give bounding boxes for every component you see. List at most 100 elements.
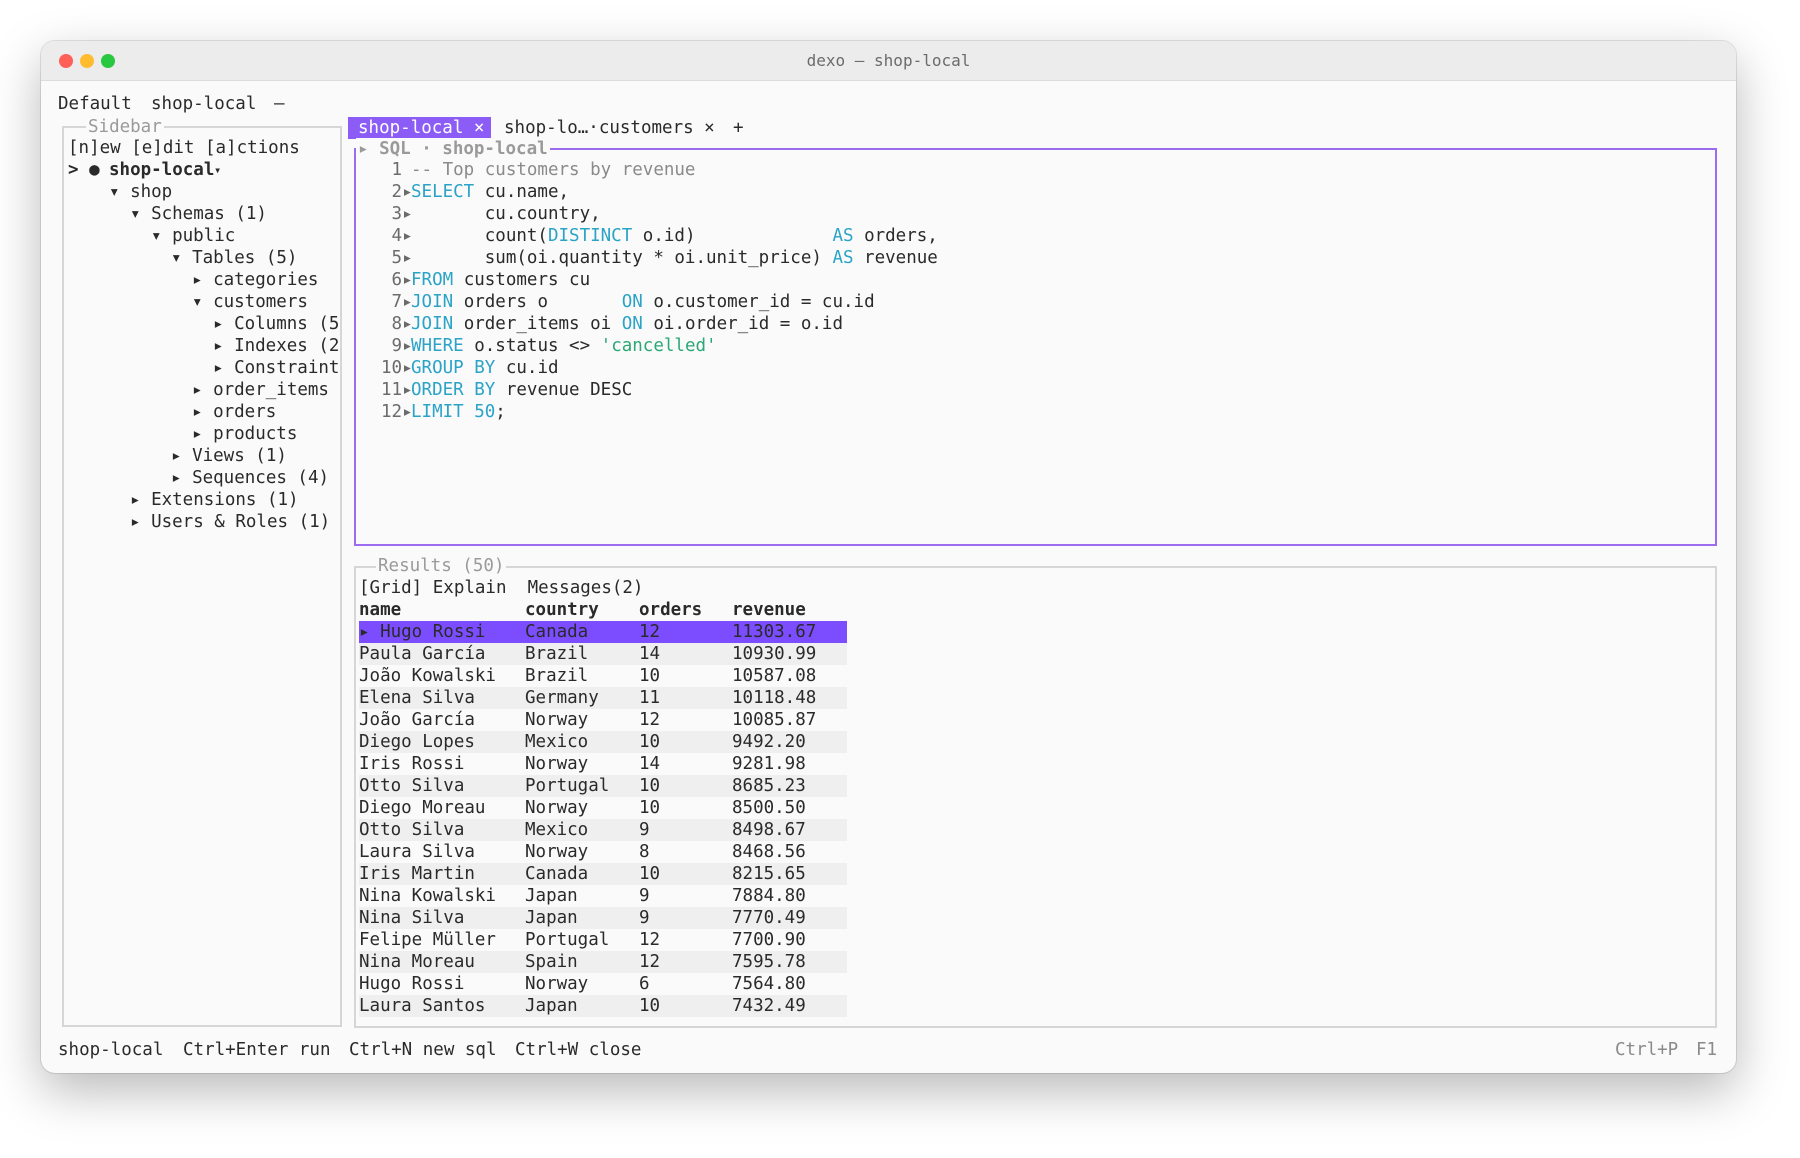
sidebar-title: Sidebar bbox=[86, 116, 164, 138]
sql-keyword: WHERE bbox=[411, 336, 464, 356]
sql-text: oi.order_id = o.id bbox=[642, 314, 843, 334]
sidebar-menu[interactable]: [n]ew [e]dit [a]ctions bbox=[68, 137, 300, 159]
code-line-2: SELECT cu.name, bbox=[411, 181, 569, 203]
name-cell: João García bbox=[359, 710, 475, 730]
column-header[interactable]: revenue bbox=[732, 599, 806, 621]
sql-text: count( bbox=[411, 226, 548, 246]
revenue-cell: 7432.49 bbox=[732, 996, 806, 1016]
line-number: 4▸ bbox=[381, 226, 413, 246]
tree-item-sequences[interactable]: ▸ Sequences (4) bbox=[171, 467, 329, 489]
sql-keyword: SELECT bbox=[411, 182, 475, 202]
revenue-cell: 7884.80 bbox=[732, 886, 806, 906]
status-palette-hint[interactable]: Ctrl+P bbox=[1615, 1039, 1678, 1061]
sql-keyword: GROUP BY bbox=[411, 358, 496, 378]
tree-item-orders[interactable]: ▸ orders bbox=[192, 401, 276, 423]
country-cell: Mexico bbox=[525, 820, 589, 840]
name-cell: Diego Moreau bbox=[359, 798, 486, 818]
name-cell: Nina Silva bbox=[359, 908, 465, 928]
orders-cell: 10 bbox=[639, 732, 661, 752]
tree-item-schemas[interactable]: ▾ Schemas (1) bbox=[130, 203, 267, 225]
name-cell: Nina Moreau bbox=[359, 952, 475, 972]
code-line-6: FROM customers cu bbox=[411, 269, 590, 291]
country-cell: Japan bbox=[525, 886, 578, 906]
revenue-cell: 8498.67 bbox=[732, 820, 806, 840]
revenue-cell: 7770.49 bbox=[732, 908, 806, 928]
revenue-cell: 8215.65 bbox=[732, 864, 806, 884]
status-help-hint[interactable]: F1 bbox=[1696, 1039, 1717, 1061]
code-line-11: ORDER BY revenue DESC bbox=[411, 379, 632, 401]
status-new-sql-hint[interactable]: Ctrl+N new sql bbox=[349, 1039, 497, 1061]
line-number: 7▸ bbox=[381, 292, 413, 312]
country-cell: Japan bbox=[525, 908, 578, 928]
code-line-8: JOIN order_items oi ON oi.order_id = o.i… bbox=[411, 313, 843, 335]
line-number: 2▸ bbox=[381, 182, 413, 202]
line-number: 8▸ bbox=[381, 314, 413, 334]
name-cell: Hugo Rossi bbox=[359, 974, 465, 994]
line-number: 12▸ bbox=[381, 402, 413, 422]
tree-item-order-items[interactable]: ▸ order_items bbox=[192, 379, 329, 401]
tree-item-tables[interactable]: ▾ Tables (5) bbox=[171, 247, 297, 269]
revenue-cell: 8500.50 bbox=[732, 798, 806, 818]
name-cell: Otto Silva bbox=[359, 820, 465, 840]
profile-label[interactable]: Default bbox=[58, 93, 132, 115]
sql-text: ; bbox=[495, 402, 506, 422]
name-cell: Otto Silva bbox=[359, 776, 465, 796]
sql-number: 50 bbox=[463, 402, 496, 422]
editor-title: ▸ SQL · shop-local bbox=[356, 138, 550, 160]
country-cell: Portugal bbox=[525, 776, 610, 796]
column-header[interactable]: country bbox=[525, 599, 599, 621]
results-view-tabs[interactable]: [Grid] Explain Messages(2) bbox=[359, 577, 643, 599]
tree-item-extensions[interactable]: ▸ Extensions (1) bbox=[130, 489, 299, 511]
connection-chevron-icon[interactable]: ▾ bbox=[214, 159, 221, 181]
column-header[interactable]: orders bbox=[639, 599, 702, 621]
new-tab-button[interactable]: + bbox=[733, 117, 744, 139]
tree-item-constraints[interactable]: ▸ Constraint bbox=[213, 357, 339, 379]
sql-text: o.status <> bbox=[463, 336, 601, 356]
tab-customers[interactable]: shop-lo…·customers × bbox=[504, 117, 715, 139]
sql-text: orders o bbox=[453, 292, 622, 312]
orders-cell: 12 bbox=[639, 622, 661, 642]
tree-item-categories[interactable]: ▸ categories bbox=[192, 269, 318, 291]
revenue-cell: 10930.99 bbox=[732, 644, 817, 664]
tree-item-public[interactable]: ▾ public bbox=[151, 225, 235, 247]
column-header[interactable]: name bbox=[359, 599, 401, 621]
orders-cell: 11 bbox=[639, 688, 661, 708]
sql-string: 'cancelled' bbox=[600, 336, 717, 356]
orders-cell: 12 bbox=[639, 952, 661, 972]
orders-cell: 8 bbox=[639, 842, 650, 862]
revenue-cell: 7700.90 bbox=[732, 930, 806, 950]
sql-text: orders, bbox=[853, 226, 938, 246]
tab-shop-local[interactable]: shop-local × bbox=[348, 117, 491, 139]
header-connection[interactable]: shop-local bbox=[151, 93, 256, 115]
revenue-cell: 8685.23 bbox=[732, 776, 806, 796]
code-line-5: sum(oi.quantity * oi.unit_price) AS reve… bbox=[411, 247, 938, 269]
tree-item-columns[interactable]: ▸ Columns (5 bbox=[213, 313, 339, 335]
sql-text: customers cu bbox=[453, 270, 591, 290]
code-line-12: LIMIT 50; bbox=[411, 401, 506, 423]
line-number: 10▸ bbox=[381, 358, 413, 378]
status-close-hint[interactable]: Ctrl+W close bbox=[515, 1039, 641, 1061]
tree-item-users-roles[interactable]: ▸ Users & Roles (1) bbox=[130, 511, 330, 533]
name-cell: Felipe Müller bbox=[359, 930, 496, 950]
tree-item-indexes[interactable]: ▸ Indexes (2 bbox=[213, 335, 339, 357]
tree-item-views[interactable]: ▸ Views (1) bbox=[171, 445, 287, 467]
line-number: 5▸ bbox=[381, 248, 413, 268]
revenue-cell: 7595.78 bbox=[732, 952, 806, 972]
name-cell: Diego Lopes bbox=[359, 732, 475, 752]
sql-text: sum(oi.quantity * oi.unit_price) bbox=[411, 248, 833, 268]
country-cell: Brazil bbox=[525, 666, 589, 686]
line-number: 9▸ bbox=[381, 336, 413, 356]
orders-cell: 10 bbox=[639, 776, 661, 796]
country-cell: Norway bbox=[525, 842, 589, 862]
status-run-hint[interactable]: Ctrl+Enter run bbox=[183, 1039, 331, 1061]
tree-connection[interactable]: shop-local bbox=[109, 159, 214, 181]
tree-item-products[interactable]: ▸ products bbox=[192, 423, 297, 445]
tree-item-shop[interactable]: ▾ shop bbox=[109, 181, 172, 203]
line-number: 6▸ bbox=[381, 270, 413, 290]
name-cell: Nina Kowalski bbox=[359, 886, 496, 906]
country-cell: Spain bbox=[525, 952, 578, 972]
sql-keyword: DISTINCT bbox=[547, 226, 633, 246]
tree-item-customers[interactable]: ▾ customers bbox=[192, 291, 308, 313]
sql-keyword: FROM bbox=[411, 270, 454, 290]
sql-text: o.id) bbox=[632, 226, 833, 246]
